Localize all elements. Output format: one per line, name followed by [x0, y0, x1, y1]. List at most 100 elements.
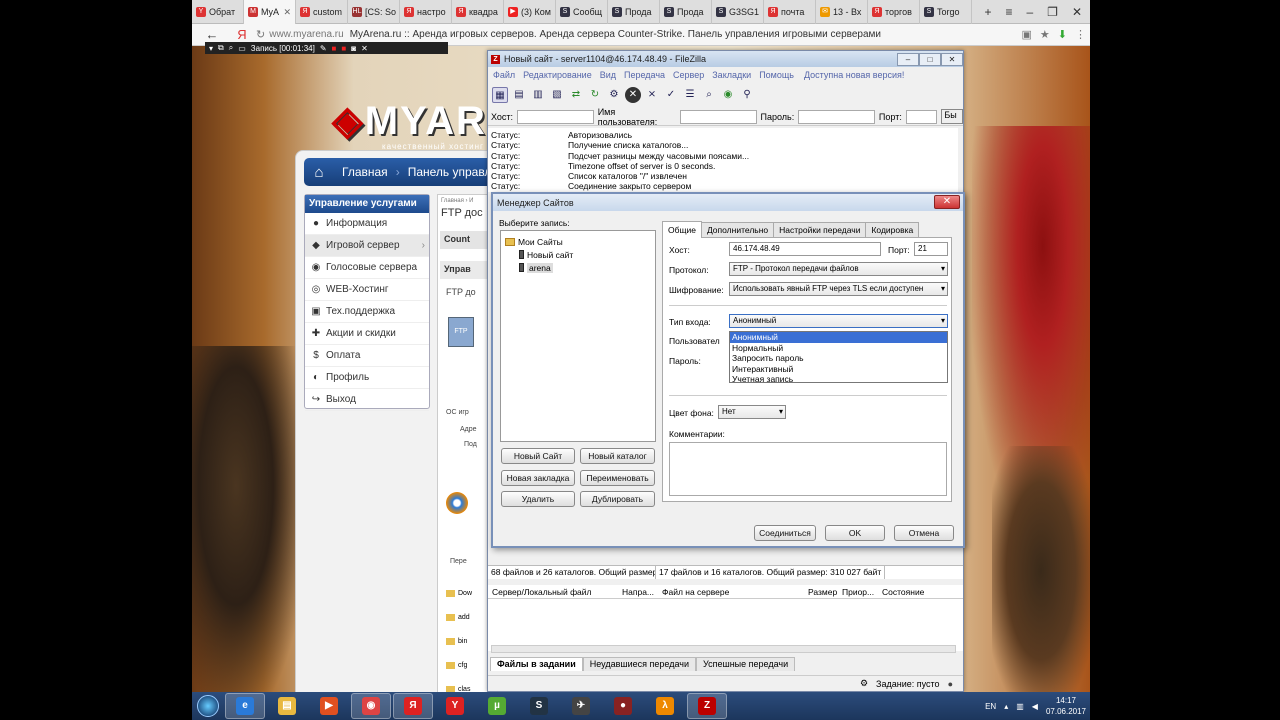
logon-option[interactable]: Анонимный: [730, 332, 947, 343]
rename-button[interactable]: Переименовать: [580, 470, 655, 486]
pen-icon[interactable]: ✎: [320, 44, 327, 53]
protect-icon[interactable]: ▣: [1022, 28, 1032, 41]
sidebar-item[interactable]: ▣ Тех.поддержка: [305, 301, 429, 323]
queue-column-header[interactable]: Сервер/Локальный файл: [488, 587, 618, 597]
menu-item[interactable]: Редактирование: [523, 70, 592, 84]
network-icon[interactable]: ▥: [1016, 702, 1024, 711]
menu-item[interactable]: Передача: [624, 70, 665, 84]
fz-close-icon[interactable]: ✕: [941, 52, 963, 66]
logon-option[interactable]: Интерактивный: [730, 364, 947, 375]
browser-tab[interactable]: S Прода: [660, 0, 712, 24]
user-input[interactable]: [679, 109, 757, 124]
browser-tab[interactable]: Яcustom: [296, 0, 348, 24]
start-button[interactable]: [192, 692, 224, 720]
url-host[interactable]: www.myarena.ru: [269, 29, 343, 40]
settings-icon[interactable]: ⚙: [860, 678, 868, 689]
taskbar-app[interactable]: Z: [687, 693, 727, 719]
close-icon[interactable]: ✕: [1072, 5, 1082, 19]
new-tab-button[interactable]: +: [984, 5, 991, 19]
extensions-icon[interactable]: ⋮: [1075, 28, 1086, 41]
taskbar-app[interactable]: Я: [393, 693, 433, 719]
cancel-icon[interactable]: ✕: [625, 87, 641, 103]
zoom-icon[interactable]: ⌕: [229, 43, 233, 53]
comments-textarea[interactable]: [669, 442, 947, 496]
queue-column-header[interactable]: Напра...: [618, 587, 658, 597]
refresh-logo-icon[interactable]: [446, 492, 468, 514]
settings-tab[interactable]: Настройки передачи: [773, 222, 867, 238]
process-queue-icon[interactable]: ⚙: [606, 87, 622, 103]
taskbar-app[interactable]: ✈: [561, 693, 601, 719]
browser-tab[interactable]: Y Обрат: [192, 0, 244, 24]
reconnect-icon[interactable]: ✓: [663, 87, 679, 103]
taskbar-app[interactable]: ▶: [309, 693, 349, 719]
queue-column-header[interactable]: Размер: [804, 587, 838, 597]
transfer-queue-icon[interactable]: ⇄: [568, 87, 584, 103]
browser-tab[interactable]: S Torgo: [920, 0, 972, 24]
site-manager-icon[interactable]: ▦: [492, 87, 508, 103]
sidebar-item[interactable]: ◎ WEB-Хостинг: [305, 279, 429, 301]
reload-icon[interactable]: ↻: [256, 28, 265, 41]
settings-tab[interactable]: Кодировка: [865, 222, 920, 238]
browser-tab[interactable]: S G3SG1: [712, 0, 764, 24]
queue-column-header[interactable]: Файл на сервере: [658, 587, 804, 597]
tree-root[interactable]: Мои Сайты: [505, 235, 651, 248]
new-bookmark-button[interactable]: Новая закладка: [501, 470, 575, 486]
browser-tab[interactable]: HL [CS: So: [348, 0, 400, 24]
clock[interactable]: 14:17 07.06.2017: [1046, 695, 1086, 717]
queue-column-header[interactable]: Состояние: [878, 587, 938, 597]
home-icon[interactable]: ⌂: [304, 158, 334, 186]
fullscreen-icon[interactable]: ⧉: [218, 43, 224, 53]
browser-tab[interactable]: Япочта: [764, 0, 816, 24]
browser-tab[interactable]: M MyA ✕: [244, 0, 296, 24]
horizontal-scrollbar[interactable]: [491, 645, 956, 653]
download-icon[interactable]: ⬇: [1058, 28, 1067, 41]
logon-type-select[interactable]: Анонимный: [729, 314, 948, 328]
myarena-logo[interactable]: ◈MYAR: [332, 98, 487, 144]
manage-block[interactable]: Управ: [440, 261, 494, 279]
back-icon[interactable]: ←: [192, 27, 232, 42]
browser-tab[interactable]: Яторгов: [868, 0, 920, 24]
taskbar-app[interactable]: λ: [645, 693, 685, 719]
fz-minimize-icon[interactable]: –: [897, 52, 919, 66]
dropdown-icon[interactable]: ▾: [209, 44, 213, 53]
nav-home[interactable]: Главная: [342, 165, 388, 179]
encryption-select[interactable]: Использовать явный FTP через TLS если до…: [729, 282, 948, 296]
duplicate-button[interactable]: Дублировать: [580, 491, 655, 507]
tab-close-icon[interactable]: ✕: [283, 7, 291, 18]
taskbar-app[interactable]: S: [519, 693, 559, 719]
tree-item-arena[interactable]: arena: [505, 261, 651, 274]
search-icon[interactable]: ⚲: [739, 87, 755, 103]
connect-button[interactable]: Соединиться: [754, 525, 816, 541]
taskbar-app[interactable]: Y: [435, 693, 475, 719]
camera-icon[interactable]: ◙: [351, 44, 356, 53]
protocol-select[interactable]: FTP - Протокол передачи файлов: [729, 262, 948, 276]
restore-icon[interactable]: ❐: [1047, 5, 1058, 19]
menu-item[interactable]: Закладки: [712, 70, 751, 84]
refresh-icon[interactable]: ↻: [587, 87, 603, 103]
queue-column-header[interactable]: Приор...: [838, 587, 878, 597]
sidebar-item[interactable]: ● Информация: [305, 213, 429, 235]
sidebar-item[interactable]: $ Оплата: [305, 345, 429, 367]
settings-tab[interactable]: Общие: [662, 221, 702, 238]
queue-tab[interactable]: Файлы в задании: [490, 657, 583, 671]
nav-panel[interactable]: Панель управл: [408, 165, 492, 179]
port-field[interactable]: 21: [914, 242, 948, 256]
filter-icon[interactable]: ☰: [682, 87, 698, 103]
stop-icon[interactable]: ■: [332, 44, 337, 53]
taskbar-app[interactable]: e: [225, 693, 265, 719]
browser-tab[interactable]: S Сообщ: [556, 0, 608, 24]
taskbar-app[interactable]: ●: [603, 693, 643, 719]
port-input[interactable]: [905, 109, 938, 124]
new-folder-button[interactable]: Новый каталог: [580, 448, 655, 464]
browser-tab[interactable]: ✉ 13 - Вх: [816, 0, 868, 24]
ok-button[interactable]: OK: [825, 525, 885, 541]
server-block[interactable]: Count: [440, 231, 494, 249]
logon-option[interactable]: Запросить пароль: [730, 353, 947, 364]
settings-tab[interactable]: Дополнительно: [700, 222, 775, 238]
tree-item-new-site[interactable]: Новый сайт: [505, 248, 651, 261]
taskbar-app[interactable]: ◉: [351, 693, 391, 719]
logon-option[interactable]: Нормальный: [730, 343, 947, 354]
menu-item[interactable]: Вид: [600, 70, 616, 84]
dialog-close-button[interactable]: ✕: [934, 195, 960, 209]
cancel-button[interactable]: Отмена: [894, 525, 954, 541]
